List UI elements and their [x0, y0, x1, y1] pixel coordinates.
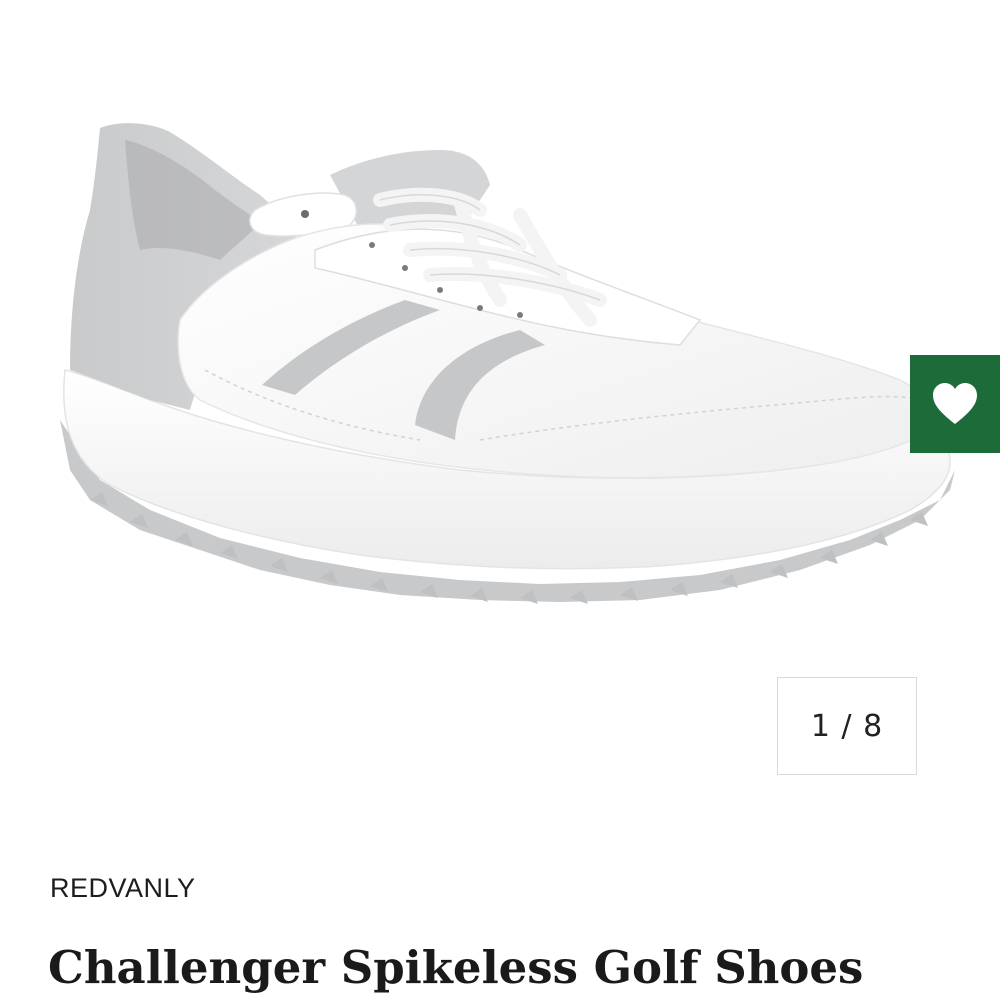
product-page: 1 / 8 REDVANLY Challenger Spikeless Golf… — [0, 0, 1000, 1000]
heart-icon — [933, 383, 977, 424]
image-counter: 1 / 8 — [777, 677, 917, 775]
collar-eyelet — [301, 210, 309, 218]
product-title: Challenger Spikeless Golf Shoes — [48, 941, 864, 994]
brand-name[interactable]: REDVANLY — [50, 873, 196, 904]
product-image[interactable] — [0, 0, 1000, 660]
wishlist-button[interactable] — [910, 355, 1000, 453]
